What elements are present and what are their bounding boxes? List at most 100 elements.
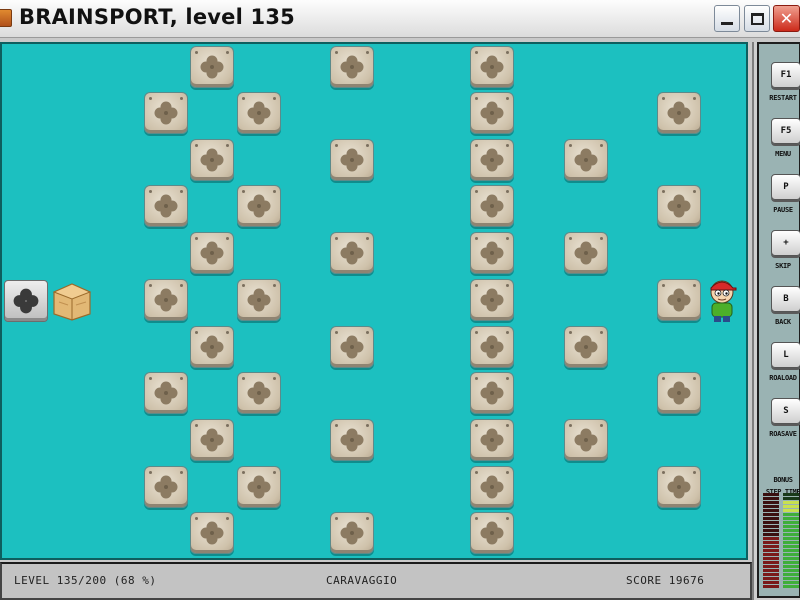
key-pause-label: PAUSE bbox=[773, 206, 793, 214]
clover-tile[interactable] bbox=[470, 46, 514, 88]
clover-tile[interactable] bbox=[657, 372, 701, 414]
crate-icon[interactable] bbox=[50, 280, 94, 322]
clover-tile[interactable] bbox=[470, 372, 514, 414]
key-skip-label: SKIP bbox=[775, 262, 791, 270]
clover-icon bbox=[667, 381, 691, 405]
clover-icon bbox=[340, 241, 364, 265]
side-panel: F1 RESTART F5 MENU P PAUSE + SKIP B BACK L ROALOAD S… bbox=[752, 42, 800, 600]
close-button[interactable]: ✕ bbox=[773, 5, 800, 32]
clover-icon bbox=[247, 194, 271, 218]
clover-tile[interactable] bbox=[657, 185, 701, 227]
clover-icon bbox=[574, 148, 598, 172]
clover-tile[interactable] bbox=[144, 185, 188, 227]
clover-tile[interactable] bbox=[330, 232, 374, 274]
clover-tile[interactable] bbox=[564, 232, 608, 274]
clover-icon bbox=[247, 475, 271, 499]
clover-tile[interactable] bbox=[237, 185, 281, 227]
clover-tile[interactable] bbox=[470, 512, 514, 554]
clover-icon bbox=[667, 101, 691, 125]
clover-tile[interactable] bbox=[237, 372, 281, 414]
time-meter bbox=[783, 492, 799, 588]
key-back-button[interactable]: B bbox=[771, 286, 800, 312]
game-board[interactable] bbox=[0, 42, 748, 560]
clover-tile[interactable] bbox=[330, 139, 374, 181]
clover-tile[interactable] bbox=[190, 326, 234, 368]
clover-tile[interactable] bbox=[470, 419, 514, 461]
key-menu-button[interactable]: F5 bbox=[771, 118, 800, 144]
clover-tile[interactable] bbox=[564, 419, 608, 461]
key-roasave-button[interactable]: S bbox=[771, 398, 800, 424]
clover-tile[interactable] bbox=[470, 232, 514, 274]
key-skip-button[interactable]: + bbox=[771, 230, 800, 256]
clover-tile[interactable] bbox=[190, 139, 234, 181]
clover-icon bbox=[480, 335, 504, 359]
clover-icon bbox=[200, 241, 224, 265]
clover-tile[interactable] bbox=[237, 466, 281, 508]
clover-icon bbox=[340, 55, 364, 79]
clover-icon bbox=[247, 381, 271, 405]
clover-tile[interactable] bbox=[237, 92, 281, 134]
clover-icon bbox=[480, 241, 504, 265]
clover-icon bbox=[480, 475, 504, 499]
clover-tile[interactable] bbox=[190, 419, 234, 461]
clover-icon bbox=[480, 288, 504, 312]
app-icon bbox=[0, 9, 12, 27]
clover-tile[interactable] bbox=[330, 326, 374, 368]
key-restart-button[interactable]: F1 bbox=[771, 62, 800, 88]
clover-icon bbox=[200, 335, 224, 359]
clover-tile[interactable] bbox=[237, 279, 281, 321]
clover-tile[interactable] bbox=[657, 466, 701, 508]
key-roaload-button[interactable]: L bbox=[771, 342, 800, 368]
maximize-icon bbox=[750, 12, 764, 25]
clover-icon bbox=[480, 194, 504, 218]
clover-icon bbox=[480, 148, 504, 172]
player-icon[interactable] bbox=[702, 276, 742, 324]
clover-icon bbox=[574, 241, 598, 265]
key-menu-label: MENU bbox=[775, 150, 791, 158]
level-progress: LEVEL 135/200 (68 %) bbox=[14, 574, 157, 587]
clover-tile[interactable] bbox=[470, 92, 514, 134]
clover-icon bbox=[200, 521, 224, 545]
clover-tile[interactable] bbox=[190, 512, 234, 554]
bonus-title: BONUS bbox=[773, 476, 793, 484]
clover-tile[interactable] bbox=[144, 372, 188, 414]
clover-icon bbox=[154, 475, 178, 499]
clover-tile[interactable] bbox=[190, 232, 234, 274]
key-roaload-label: ROALOAD bbox=[769, 374, 797, 382]
clover-tile[interactable] bbox=[470, 279, 514, 321]
clover-icon bbox=[340, 148, 364, 172]
clover-tile[interactable] bbox=[470, 326, 514, 368]
clover-icon bbox=[154, 194, 178, 218]
clover-tile[interactable] bbox=[144, 466, 188, 508]
clover-icon bbox=[480, 55, 504, 79]
clover-icon bbox=[340, 335, 364, 359]
key-restart-label: RESTART bbox=[769, 94, 797, 102]
clover-icon bbox=[247, 101, 271, 125]
minimize-button[interactable] bbox=[714, 5, 740, 32]
clover-tile[interactable] bbox=[564, 139, 608, 181]
clover-tile[interactable] bbox=[657, 92, 701, 134]
clover-icon bbox=[200, 148, 224, 172]
clover-tile[interactable] bbox=[144, 279, 188, 321]
maximize-button[interactable] bbox=[744, 5, 770, 32]
clover-tile[interactable] bbox=[330, 46, 374, 88]
score: SCORE 19676 bbox=[626, 574, 705, 587]
clover-tile[interactable] bbox=[190, 46, 234, 88]
clover-icon bbox=[480, 381, 504, 405]
step-meter bbox=[763, 492, 779, 588]
clover-tile[interactable] bbox=[144, 92, 188, 134]
clover-tile[interactable] bbox=[330, 419, 374, 461]
clover-tile[interactable] bbox=[657, 279, 701, 321]
clover-icon bbox=[154, 288, 178, 312]
clover-tile[interactable] bbox=[564, 326, 608, 368]
minimize-icon bbox=[721, 22, 733, 25]
key-pause-button[interactable]: P bbox=[771, 174, 800, 200]
clover-icon bbox=[480, 521, 504, 545]
clover-tile[interactable] bbox=[470, 466, 514, 508]
clover-target-icon[interactable] bbox=[4, 280, 48, 322]
clover-icon bbox=[340, 521, 364, 545]
clover-tile[interactable] bbox=[330, 512, 374, 554]
clover-tile[interactable] bbox=[470, 139, 514, 181]
clover-tile[interactable] bbox=[470, 185, 514, 227]
clover-icon bbox=[480, 101, 504, 125]
